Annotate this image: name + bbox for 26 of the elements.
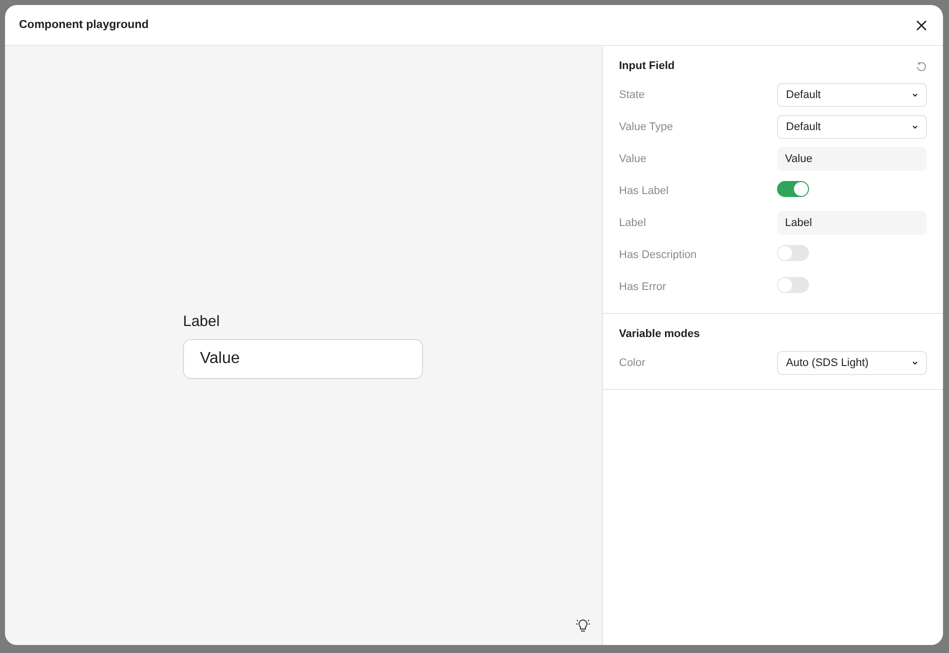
toggle-switch[interactable] [777,180,809,196]
chevron-down-icon [912,125,918,129]
property-label: Label [619,217,647,229]
window-title: Component playground [19,19,149,31]
dropdown[interactable]: Auto (SDS Light) [777,351,927,375]
section-title: Input Field [619,60,675,72]
input-field[interactable]: Label [777,211,927,235]
toggle-switch[interactable] [777,276,809,292]
property-label: State [619,89,646,101]
lightbulb-icon[interactable] [576,617,590,633]
property-label: Has Error [619,281,668,293]
chevron-down-icon [912,361,918,365]
dropdown[interactable]: Default [777,83,927,107]
property-label: Has Label [619,185,670,197]
field-label: Label [183,312,220,330]
toggle-switch[interactable] [777,244,809,260]
input-field[interactable]: Value [777,147,927,171]
input-field[interactable]: Value [183,338,423,378]
property-label: Value Type [619,121,674,133]
reset-icon[interactable] [916,60,927,72]
property-label: Value [619,153,648,165]
chevron-down-icon [912,93,918,97]
property-label: Has Description [619,249,698,261]
property-label: Color [619,357,646,369]
dropdown[interactable]: Default [777,115,927,139]
section-title: Variable modes [619,328,700,340]
